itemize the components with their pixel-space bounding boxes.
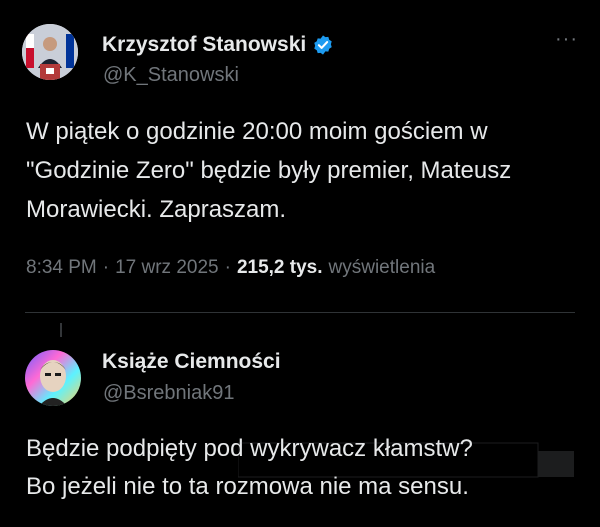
author-avatar[interactable] [22,24,78,80]
tweet-meta: 8:34 PM · 17 wrz 2025 · 215,2 tys. wyświ… [26,257,435,279]
divider [25,312,575,313]
tweet-date[interactable]: 17 wrz 2025 [115,257,219,279]
reply-author-name-row: Książe Ciemności [102,350,281,374]
reply-author-name[interactable]: Książe Ciemności [102,350,281,374]
tweet-text-line: "Godzinie Zero" będzie były premier, Mat… [26,157,512,184]
reply-author-handle[interactable]: @Bsrebniak91 [103,382,234,405]
verified-badge-icon [314,35,332,55]
meta-separator: · [224,257,231,278]
views-count[interactable]: 215,2 tys. [237,257,323,279]
tweet-time[interactable]: 8:34 PM [26,257,97,279]
meta-separator: · [102,257,110,278]
tweet-text-line: W piątek o godzinie 20:00 moim gościem w [26,118,488,145]
watermark-graphic [238,442,574,478]
tweet-text-line: Morawiecki. Zapraszam. [26,196,287,223]
author-name[interactable]: Krzysztof Stanowski [102,33,306,57]
thread-connector [60,323,62,337]
views-label: wyświetlenia [328,257,436,278]
reply-author-avatar[interactable] [25,350,81,406]
tweet-text: W piątek o godzinie 20:00 moim gościem w… [26,112,511,229]
more-options-icon[interactable]: ··· [555,29,578,49]
author-name-row: Krzysztof Stanowski [102,33,334,57]
author-handle[interactable]: @K_Stanowski [103,64,239,87]
